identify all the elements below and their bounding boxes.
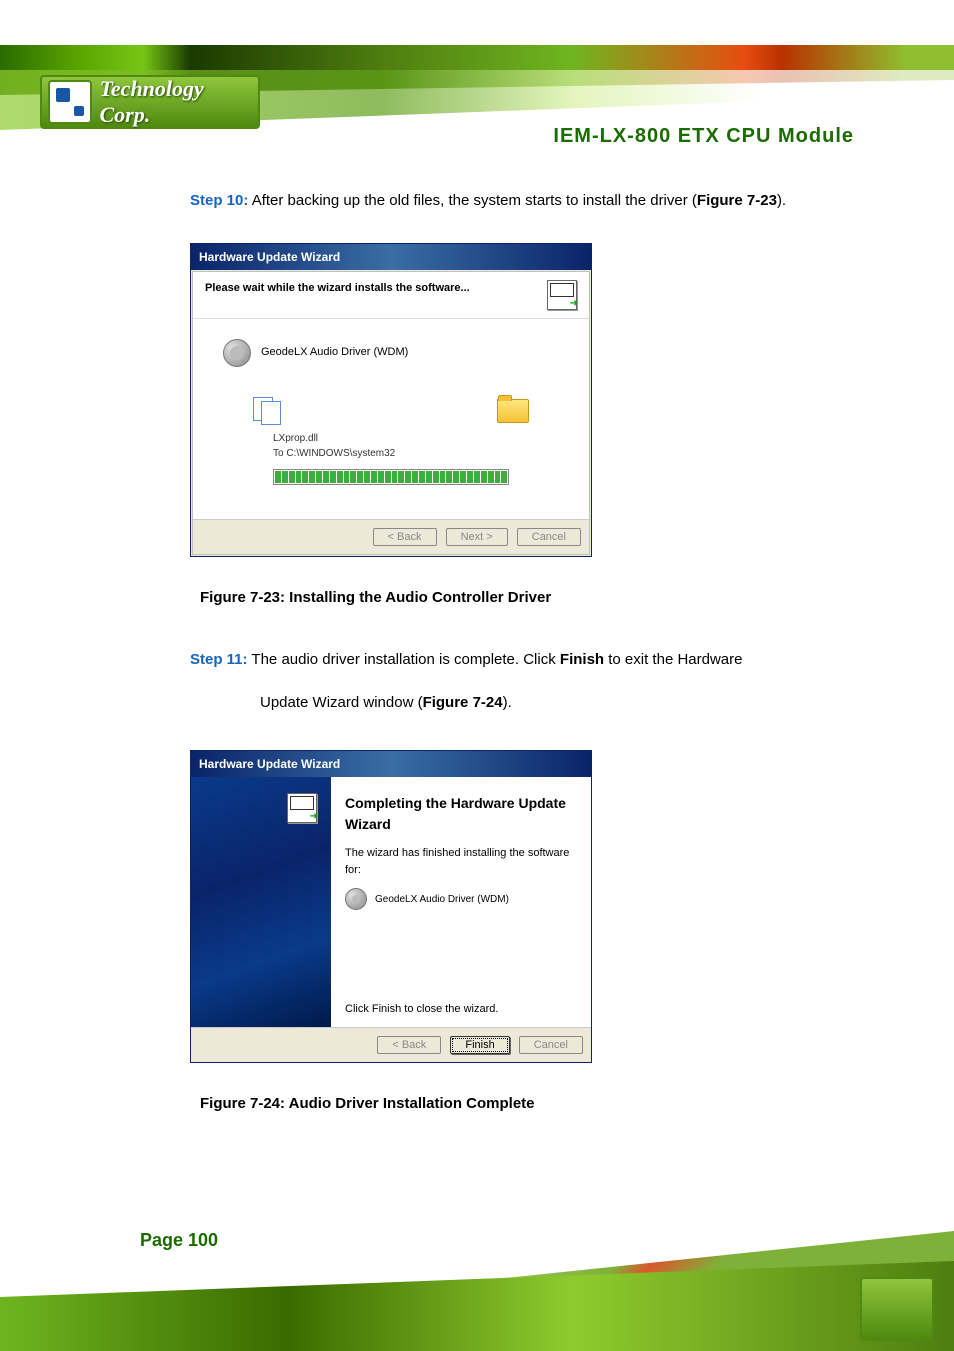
dialog2-titlebar: Hardware Update Wizard — [191, 751, 591, 777]
step-10-label: Step 10: — [190, 192, 248, 209]
back-button[interactable]: < Back — [377, 1036, 441, 1054]
footer-banner — [0, 1201, 954, 1351]
dialog1-titlebar: Hardware Update Wizard — [191, 244, 591, 270]
step-11-line2-before: Update Wizard window ( — [260, 694, 423, 711]
cancel-button[interactable]: Cancel — [517, 528, 581, 546]
step-11-label: Step 11: — [190, 651, 248, 668]
step-10-text-before: After backing up the old files, the syst… — [248, 192, 697, 209]
step-10-paragraph: Step 10: After backing up the old files,… — [190, 190, 864, 213]
install-progress-bar — [273, 469, 509, 485]
figure-7-24-caption: Figure 7-24: Audio Driver Installation C… — [200, 1093, 864, 1116]
back-button[interactable]: < Back — [373, 528, 437, 546]
gear-icon — [345, 888, 367, 910]
hardware-update-wizard-install-dialog: Hardware Update Wizard Please wait while… — [190, 243, 592, 557]
step-11-paragraph: Step 11: The audio driver installation i… — [190, 649, 864, 672]
footer-stripe-graphic — [0, 1261, 954, 1351]
step-11-finish-bold: Finish — [560, 651, 604, 668]
finish-button[interactable]: Finish — [450, 1036, 509, 1054]
dialog2-subtext: The wizard has finished installing the s… — [345, 845, 577, 878]
dialog1-file-name: LXprop.dll — [273, 431, 529, 446]
document-title: IEM-LX-800 ETX CPU Module — [553, 125, 854, 148]
step-11-text-before: The audio driver installation is complet… — [248, 651, 560, 668]
dialog2-driver-name: GeodeLX Audio Driver (WDM) — [375, 892, 509, 907]
dialog1-driver-name: GeodeLX Audio Driver (WDM) — [261, 344, 408, 361]
step-11-line2: Update Wizard window (Figure 7-24). — [190, 692, 864, 715]
dialog2-heading: Completing the Hardware Update Wizard — [345, 793, 577, 835]
step-10-text-after: ). — [777, 192, 786, 209]
company-logo: Technology Corp. — [40, 75, 260, 129]
step-11-text-mid: to exit the Hardware — [604, 651, 742, 668]
install-disk-icon — [547, 280, 577, 310]
dialog1-header-text: Please wait while the wizard installs th… — [205, 280, 470, 297]
cancel-button[interactable]: Cancel — [519, 1036, 583, 1054]
next-button[interactable]: Next > — [446, 528, 508, 546]
header-banner: Technology Corp. IEM-LX-800 ETX CPU Modu… — [0, 0, 954, 160]
dialog2-close-text: Click Finish to close the wizard. — [345, 1001, 577, 1018]
dialog2-sidebar-graphic — [191, 777, 331, 1027]
logo-mark-icon — [48, 80, 92, 124]
step-10-figure-ref: Figure 7-23 — [697, 192, 777, 209]
step-11-line2-after: ). — [503, 694, 512, 711]
gear-icon — [223, 339, 251, 367]
figure-7-23-caption: Figure 7-23: Installing the Audio Contro… — [200, 587, 864, 610]
step-11-figure-ref: Figure 7-24 — [423, 694, 503, 711]
hardware-update-wizard-complete-dialog: Hardware Update Wizard Completing the Ha… — [190, 750, 592, 1063]
logo-text: Technology Corp. — [100, 76, 259, 128]
install-disk-icon — [287, 793, 317, 823]
documents-icon — [253, 397, 285, 425]
dialog1-file-dest: To C:\WINDOWS\system32 — [273, 446, 529, 461]
folder-icon — [497, 399, 529, 423]
footer-logo-icon — [860, 1277, 934, 1341]
